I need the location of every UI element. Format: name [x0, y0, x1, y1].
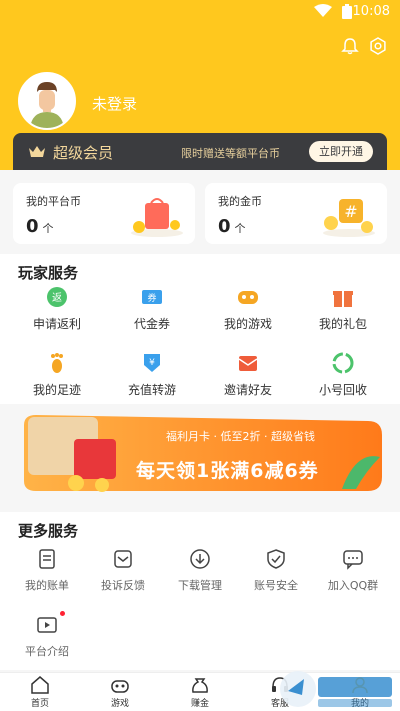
status-bar: 10:08: [0, 0, 400, 24]
vip-title: 超级会员: [53, 144, 114, 162]
vip-open-button[interactable]: 立即开通: [309, 141, 373, 162]
login-text[interactable]: 未登录: [92, 93, 137, 114]
bill-icon: [39, 549, 55, 569]
download-icon: [190, 549, 210, 569]
notification-dot: [60, 611, 65, 616]
promo-banner[interactable]: 福利月卡 · 低至2折 · 超级省钱 每天领1张满6减6券: [16, 411, 388, 495]
service-platform-intro[interactable]: 平台介绍: [2, 611, 92, 659]
tab-home[interactable]: 首页: [10, 675, 70, 709]
card-title: 我的平台币: [26, 195, 81, 208]
service-recharge-transfer[interactable]: ¥ 充值转游: [107, 352, 197, 398]
service-my-gifts[interactable]: 我的礼包: [298, 286, 388, 332]
tab-earn[interactable]: 赚金: [170, 675, 230, 709]
card-title: 我的金币: [218, 195, 262, 208]
gold-coin-card[interactable]: 我的金币 0个 #: [205, 183, 387, 244]
home-icon: [31, 676, 49, 694]
service-footprint[interactable]: 我的足迹: [12, 352, 102, 398]
svg-text:返: 返: [52, 292, 62, 304]
player-services-section: 玩家服务 返 申请返利 券 代金券 我的游戏 我的礼包 我的足迹 ¥ 充值转游 …: [0, 254, 400, 404]
avatar-image: [20, 74, 74, 128]
invite-icon: [238, 356, 258, 371]
gear-icon[interactable]: [369, 37, 387, 55]
service-voucher[interactable]: 券 代金券: [107, 286, 197, 332]
service-invite-friends[interactable]: 邀请好友: [203, 352, 293, 398]
service-my-games[interactable]: 我的游戏: [203, 286, 293, 332]
bell-icon[interactable]: [341, 37, 359, 55]
header: 10:08 未登录 超级会员 限时赠送等额平台币 立即开通: [0, 0, 400, 170]
service-rebate[interactable]: 返 申请返利: [12, 286, 102, 332]
voucher-icon: 券: [142, 290, 162, 304]
watermark-logo: [280, 671, 392, 707]
vip-desc: 限时赠送等额平台币: [181, 147, 280, 160]
card-value: 0个: [26, 216, 54, 237]
svg-text:券: 券: [147, 292, 156, 304]
rebate-icon: 返: [47, 287, 67, 307]
money-bag-icon: [192, 678, 208, 693]
gift-icon: [333, 291, 353, 307]
recycle-icon: [332, 352, 354, 374]
service-account-recycle[interactable]: 小号回收: [298, 352, 388, 398]
banner-top-text: 福利月卡 · 低至2折 · 超级省钱: [166, 430, 315, 443]
crown-icon: [29, 146, 45, 157]
tab-games[interactable]: 游戏: [90, 675, 150, 709]
status-time: 10:08: [352, 4, 390, 19]
vip-banner[interactable]: 超级会员 限时赠送等额平台币 立即开通: [13, 133, 387, 170]
section-title: 更多服务: [18, 522, 79, 540]
shield-icon: [267, 549, 285, 569]
more-services-section: 更多服务 我的账单 投诉反馈 下载管理 账号安全 加入QQ群 平台介绍: [0, 512, 400, 670]
game-icon: [111, 680, 129, 693]
section-title: 玩家服务: [18, 264, 79, 282]
avatar[interactable]: [18, 72, 76, 130]
transfer-icon: ¥: [144, 354, 160, 372]
feedback-icon: [114, 550, 132, 568]
wifi-icon: [314, 4, 332, 17]
chat-icon: [343, 550, 363, 570]
platform-coin-card[interactable]: 我的平台币 0个: [13, 183, 195, 244]
service-join-qq-group[interactable]: 加入QQ群: [308, 548, 398, 593]
footprint-icon: [51, 353, 63, 373]
svg-text:#: #: [344, 202, 357, 221]
banner-main-text: 每天领1张满6减6券: [136, 460, 319, 482]
battery-icon: [342, 4, 352, 19]
coin-bag-icon: [131, 198, 183, 237]
svg-text:¥: ¥: [149, 358, 155, 368]
gold-coins-icon: #: [323, 199, 375, 237]
card-value: 0个: [218, 216, 246, 237]
gamepad-icon: [238, 291, 258, 304]
film-icon: [37, 617, 57, 633]
